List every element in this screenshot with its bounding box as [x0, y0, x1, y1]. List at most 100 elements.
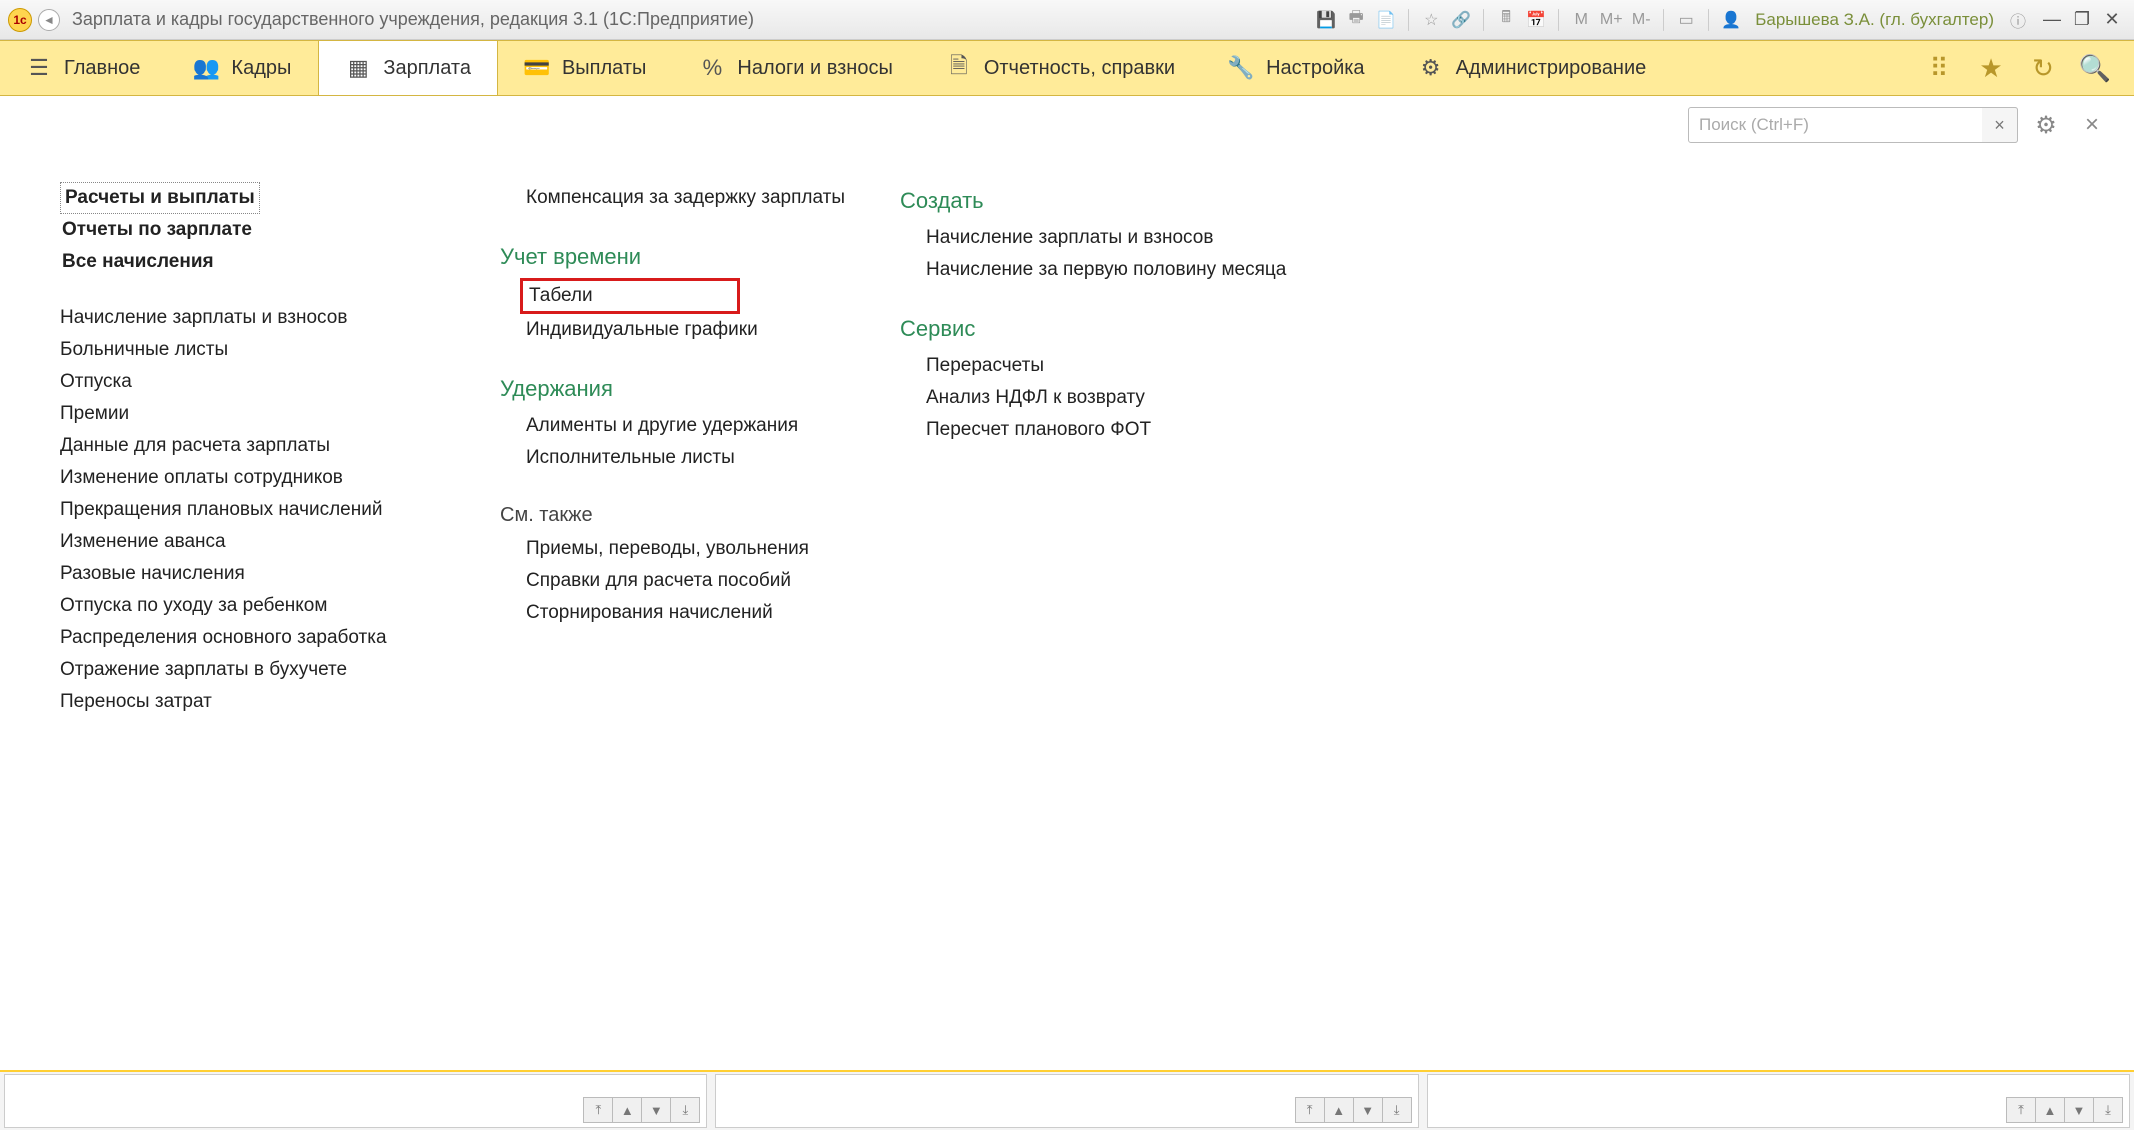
close-button[interactable]: ✕: [2098, 9, 2126, 31]
percent-icon: %: [699, 55, 725, 81]
list-item[interactable]: Больничные листы: [60, 334, 460, 366]
page-close-icon[interactable]: ×: [2074, 107, 2110, 143]
memory-mminus[interactable]: M-: [1629, 8, 1653, 32]
minimize-button[interactable]: —: [2038, 9, 2066, 31]
list-item[interactable]: Отражение зарплаты в бухучете: [60, 654, 460, 686]
pager-top[interactable]: ⤒: [2006, 1097, 2036, 1123]
nav-label: Администрирование: [1456, 57, 1647, 80]
user-icon: 👤: [1719, 8, 1743, 32]
separator: [1558, 9, 1559, 31]
wrench-icon: 🔧: [1228, 55, 1254, 81]
back-button[interactable]: ◄: [38, 9, 60, 31]
list-item[interactable]: Прекращения плановых начислений: [60, 494, 460, 526]
link-icon[interactable]: 🔗: [1449, 8, 1473, 32]
pager-bottom[interactable]: ⤓: [2093, 1097, 2123, 1123]
list-item[interactable]: Пересчет планового ФОТ: [900, 414, 1320, 446]
separator: [1408, 9, 1409, 31]
panel-icon[interactable]: ▭: [1674, 8, 1698, 32]
search-input[interactable]: [1688, 107, 2018, 143]
group-time-tracking: Учет времени: [500, 238, 860, 278]
column-actions: Создать Начисление зарплаты и взносов На…: [900, 182, 1320, 1042]
titlebar-icons: 💾 🖶 📄 ☆ 🔗 🖩 📅 M M+ M- ▭ 👤 Барышева З.А. …: [1314, 8, 2030, 32]
pager-bottom[interactable]: ⤓: [670, 1097, 700, 1123]
nav-settings[interactable]: 🔧 Настройка: [1202, 41, 1391, 95]
wallet-icon: 💳: [524, 55, 550, 81]
list-item[interactable]: Алименты и другие удержания: [500, 410, 860, 442]
sub-toolbar: × ⚙ ×: [0, 96, 2134, 154]
list-item[interactable]: Начисление за первую половину месяца: [900, 254, 1320, 286]
grid-icon: ▦: [345, 55, 371, 81]
list-item[interactable]: Справки для расчета пособий: [500, 565, 860, 597]
pager-down[interactable]: ▼: [641, 1097, 671, 1123]
pager-up[interactable]: ▲: [2035, 1097, 2065, 1123]
star-icon[interactable]: ★: [1976, 53, 2006, 83]
bottom-panels: ⤒ ▲ ▼ ⤓ ⤒ ▲ ▼ ⤓ ⤒ ▲ ▼ ⤓: [0, 1070, 2134, 1130]
print-icon[interactable]: 🖶: [1344, 8, 1368, 32]
pager-down[interactable]: ▼: [2064, 1097, 2094, 1123]
list-item[interactable]: Отпуска по уходу за ребенком: [60, 590, 460, 622]
calendar-icon[interactable]: 📅: [1524, 8, 1548, 32]
separator: [1483, 9, 1484, 31]
group-service: Сервис: [900, 310, 1320, 350]
page-settings-icon[interactable]: ⚙: [2028, 107, 2064, 143]
list-item[interactable]: Распределения основного заработка: [60, 622, 460, 654]
list-item[interactable]: Анализ НДФЛ к возврату: [900, 382, 1320, 414]
list-item[interactable]: Отпуска: [60, 366, 460, 398]
list-item[interactable]: Премии: [60, 398, 460, 430]
window-controls: — ❐ ✕: [2038, 9, 2126, 31]
nav-main[interactable]: ☰ Главное: [0, 41, 167, 95]
list-item[interactable]: Переносы затрат: [60, 686, 460, 718]
user-label[interactable]: Барышева З.А. (гл. бухгалтер): [1749, 10, 2000, 30]
list-item[interactable]: Начисление зарплаты и взносов: [900, 222, 1320, 254]
pager-down[interactable]: ▼: [1353, 1097, 1383, 1123]
maximize-button[interactable]: ❐: [2068, 9, 2096, 31]
nav-admin[interactable]: ⚙ Администрирование: [1392, 41, 1674, 95]
list-item[interactable]: Данные для расчета зарплаты: [60, 430, 460, 462]
gear-icon: ⚙: [1418, 55, 1444, 81]
list-item[interactable]: Начисление зарплаты и взносов: [60, 302, 460, 334]
apps-icon[interactable]: ⠿: [1924, 53, 1954, 83]
link-all-accruals[interactable]: Все начисления: [60, 246, 460, 278]
list-item[interactable]: Сторнирования начислений: [500, 597, 860, 629]
nav-label: Настройка: [1266, 57, 1364, 80]
info-icon[interactable]: ⓘ: [2006, 8, 2030, 32]
search-icon[interactable]: 🔍: [2080, 53, 2110, 83]
pager: ⤒ ▲ ▼ ⤓: [2007, 1097, 2123, 1123]
calc-icon[interactable]: 🖩: [1494, 8, 1518, 32]
memory-m[interactable]: M: [1569, 8, 1593, 32]
list-item[interactable]: Разовые начисления: [60, 558, 460, 590]
star-outline-icon[interactable]: ☆: [1419, 8, 1443, 32]
pager-bottom[interactable]: ⤓: [1382, 1097, 1412, 1123]
nav-payments[interactable]: 💳 Выплаты: [498, 41, 673, 95]
nav-personnel[interactable]: 👥 Кадры: [167, 41, 318, 95]
separator: [1708, 9, 1709, 31]
history-icon[interactable]: ↻: [2028, 53, 2058, 83]
pager-up[interactable]: ▲: [612, 1097, 642, 1123]
people-icon: 👥: [193, 55, 219, 81]
report-icon: 🗎: [946, 55, 972, 81]
link-timesheets-highlighted[interactable]: Табели: [520, 278, 740, 314]
list-item[interactable]: Изменение аванса: [60, 526, 460, 558]
nav-label: Отчетность, справки: [984, 57, 1175, 80]
nav-reports[interactable]: 🗎 Отчетность, справки: [920, 41, 1202, 95]
titlebar: 1c ◄ Зарплата и кадры государственного у…: [0, 0, 2134, 40]
column-main-links: Расчеты и выплаты Отчеты по зарплате Все…: [60, 182, 460, 1042]
list-item[interactable]: Приемы, переводы, увольнения: [500, 533, 860, 565]
pager-up[interactable]: ▲: [1324, 1097, 1354, 1123]
pager-top[interactable]: ⤒: [1295, 1097, 1325, 1123]
link-calculations[interactable]: Расчеты и выплаты: [60, 182, 260, 214]
list-item[interactable]: Изменение оплаты сотрудников: [60, 462, 460, 494]
list-item[interactable]: Перерасчеты: [900, 350, 1320, 382]
nav-salary[interactable]: ▦ Зарплата: [318, 41, 498, 95]
link-compensation[interactable]: Компенсация за задержку зарплаты: [500, 182, 860, 214]
nav-taxes[interactable]: % Налоги и взносы: [673, 41, 919, 95]
pager-top[interactable]: ⤒: [583, 1097, 613, 1123]
save-icon[interactable]: 💾: [1314, 8, 1338, 32]
list-item[interactable]: Исполнительные листы: [500, 442, 860, 474]
link-individual-schedules[interactable]: Индивидуальные графики: [500, 314, 860, 346]
doc-icon[interactable]: 📄: [1374, 8, 1398, 32]
group-create: Создать: [900, 182, 1320, 222]
link-salary-reports[interactable]: Отчеты по зарплате: [60, 214, 460, 246]
memory-mplus[interactable]: M+: [1599, 8, 1623, 32]
search-clear-button[interactable]: ×: [1982, 107, 2018, 143]
